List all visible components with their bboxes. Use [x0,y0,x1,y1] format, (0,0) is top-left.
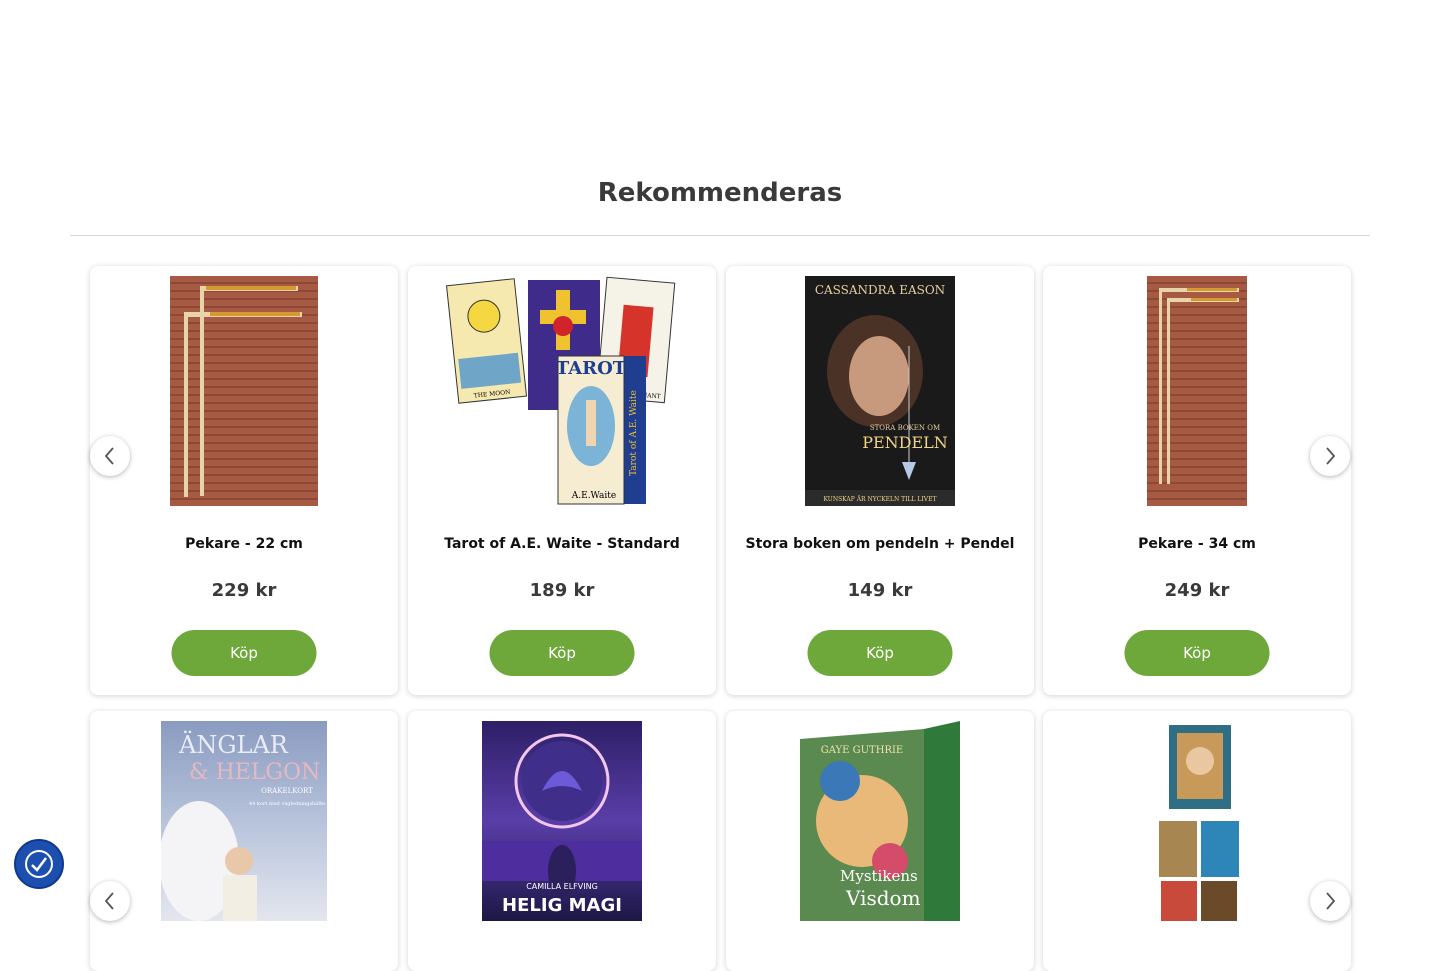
product-price: 249 kr [1164,580,1230,601]
pendeln-author: CASSANDRA EASON [815,283,945,297]
oracle-cards-image [1159,725,1239,921]
helig-magi-cover: CAMILLA ELFVING HELIG MAGI [482,733,642,916]
product-price: 189 kr [529,580,595,601]
product-image[interactable] [170,276,318,506]
carousel-prev-button[interactable] [90,436,130,476]
product-image[interactable]: CASSANDRA EASON STORA BOKEN OM PENDELN K… [805,276,955,506]
buy-button[interactable]: Köp [489,630,635,676]
tarot-deck-image: THE MOON THE HIEROPHANT TAROT A.E.Waite … [446,276,676,505]
mystik-author: GAYE GUTHRIE [821,745,903,756]
anglar-helgon-cover: ÄNGLAR & HELGON ORAKELKORT 44 kort med v… [161,730,325,921]
carousel-next-button[interactable] [1310,436,1350,476]
dowsing-rods-image [1159,288,1239,484]
product-price: 149 kr [847,580,913,601]
product-name[interactable]: Pekare - 34 cm [1043,536,1351,552]
pendeln-book-image: CASSANDRA EASON STORA BOKEN OM PENDELN K… [805,276,955,506]
product-card[interactable]: CAMILLA ELFVING HELIG MAGI [408,711,716,971]
pendeln-subtitle: STORA BOKEN OM [870,424,940,432]
mystik-title-2: Visdom [845,886,921,910]
buy-button[interactable]: Köp [171,630,317,676]
helig-author: CAMILLA ELFVING [526,882,598,891]
helig-title: HELIG MAGI [502,895,622,916]
product-image[interactable]: CAMILLA ELFVING HELIG MAGI [482,721,642,921]
product-card[interactable]: THE MOON THE HIEROPHANT TAROT A.E.Waite … [408,266,716,695]
section-divider [70,235,1370,236]
mystikens-visdom-box: GAYE GUTHRIE Mystikens Visdom [800,721,960,921]
product-price: 229 kr [211,580,277,601]
anglar-amp: & HELGON [189,760,320,785]
product-name[interactable]: Pekare - 22 cm [90,536,398,552]
mystik-title: Mystikens [840,867,918,885]
product-card[interactable]: GAYE GUTHRIE Mystikens Visdom [726,711,1034,971]
accessibility-button[interactable] [14,839,64,889]
product-card[interactable] [1043,711,1351,971]
product-card[interactable]: CASSANDRA EASON STORA BOKEN OM PENDELN K… [726,266,1034,695]
product-card[interactable]: ÄNGLAR & HELGON ORAKELKORT 44 kort med v… [90,711,398,971]
chevron-right-icon [1326,447,1336,465]
pendeln-band: KUNSKAP ÄR NYCKELN TILL LIVET [824,496,937,503]
product-card[interactable]: Pekare - 34 cm 249 kr Köp [1043,266,1351,695]
dowsing-rods-image [184,286,302,497]
chevron-left-icon [104,447,114,465]
product-card[interactable]: Pekare - 22 cm 229 kr Köp [90,266,398,695]
product-image[interactable] [1147,276,1247,506]
product-name[interactable]: Stora boken om pendeln + Pendel [726,536,1034,552]
section-title: Rekommenderas [597,178,843,208]
tarot-side-label: Tarot of A.E. Waite [629,390,639,476]
anglar-sub: ORAKELKORT [261,787,313,795]
carousel-next-button[interactable] [1310,881,1350,921]
accessibility-icon [25,850,53,878]
product-image[interactable]: GAYE GUTHRIE Mystikens Visdom [800,721,960,921]
tarot-waite-label: A.E.Waite [571,491,616,501]
chevron-right-icon [1326,892,1336,910]
product-name[interactable]: Tarot of A.E. Waite - Standard [408,536,716,552]
product-image[interactable] [1147,721,1247,921]
carousel-prev-button[interactable] [90,881,130,921]
buy-button[interactable]: Köp [1124,630,1270,676]
product-image[interactable]: THE MOON THE HIEROPHANT TAROT A.E.Waite … [446,276,678,506]
tarot-brand: TAROT [556,358,627,379]
pendeln-title: PENDELN [862,433,948,452]
product-image[interactable]: ÄNGLAR & HELGON ORAKELKORT 44 kort med v… [161,721,327,921]
anglar-title: ÄNGLAR [178,730,289,759]
anglar-desc: 44 kort med vägledningshäfte [249,801,325,807]
buy-button[interactable]: Köp [807,630,953,676]
chevron-left-icon [104,892,114,910]
